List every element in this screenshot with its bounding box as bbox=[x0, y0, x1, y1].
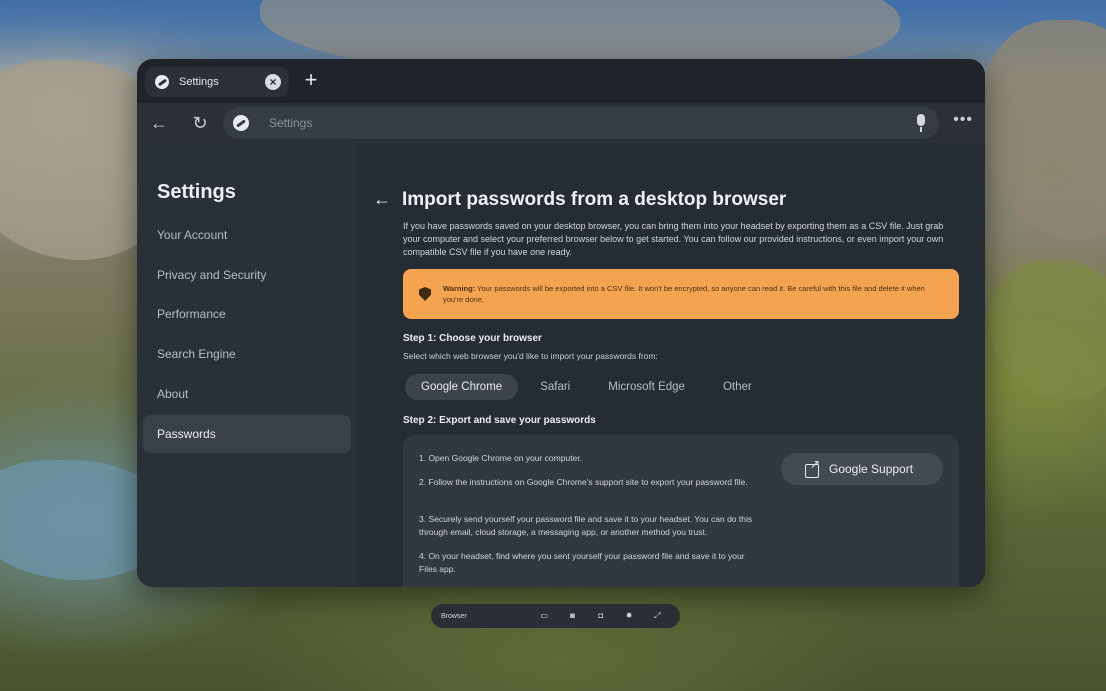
instruction-step: 3. Securely send yourself your password … bbox=[419, 514, 753, 537]
microphone-icon[interactable] bbox=[913, 113, 929, 133]
page-title: Import passwords from a desktop browser bbox=[402, 189, 787, 210]
address-bar[interactable]: Settings bbox=[223, 107, 939, 139]
google-support-label: Google Support bbox=[829, 462, 914, 476]
sidebar-item-passwords[interactable]: Passwords bbox=[143, 415, 351, 453]
browser-selector: Google Chrome Safari Microsoft Edge Othe… bbox=[405, 374, 768, 400]
instructions-card: 1. Open Google Chrome on your computer. … bbox=[403, 435, 959, 587]
intro-text: If you have passwords saved on your desk… bbox=[403, 221, 944, 257]
sidebar-item-your-account[interactable]: Your Account bbox=[143, 216, 351, 254]
toolbar: ← ↻ Settings ••• bbox=[137, 103, 985, 143]
background-rock bbox=[990, 260, 1106, 400]
browser-logo-icon bbox=[155, 75, 169, 89]
new-tab-button[interactable]: + bbox=[299, 69, 323, 93]
main-content: ← Import passwords from a desktop browse… bbox=[359, 143, 985, 587]
gamepad-icon[interactable]: ◘ bbox=[595, 610, 606, 622]
tab-settings[interactable]: Settings × bbox=[145, 67, 289, 97]
browser-option-safari[interactable]: Safari bbox=[524, 374, 586, 400]
reload-icon[interactable]: ↻ bbox=[188, 111, 212, 135]
sidebar-item-privacy-security[interactable]: Privacy and Security bbox=[143, 256, 351, 294]
step1-title: Step 1: Choose your browser bbox=[403, 333, 542, 344]
tab-title: Settings bbox=[179, 76, 219, 88]
brightness-icon[interactable]: ✹ bbox=[623, 610, 634, 622]
background-rock bbox=[980, 20, 1106, 240]
sidebar-item-performance[interactable]: Performance bbox=[143, 295, 351, 333]
google-support-button[interactable]: Google Support bbox=[781, 453, 943, 485]
taskbar-label: Browser bbox=[441, 612, 467, 620]
sidebar-title: Settings bbox=[157, 181, 236, 203]
shield-icon bbox=[419, 287, 431, 301]
settings-sidebar: Settings Your Account Privacy and Securi… bbox=[137, 143, 359, 587]
sidebar-item-about[interactable]: About bbox=[143, 375, 351, 413]
warning-banner: Warning: Your passwords will be exported… bbox=[403, 269, 959, 319]
tab-bar: Settings × + bbox=[137, 59, 985, 103]
warning-text: Warning: Your passwords will be exported… bbox=[443, 283, 943, 305]
expand-icon[interactable]: ⤢ bbox=[652, 610, 663, 622]
close-icon[interactable]: × bbox=[265, 74, 281, 90]
browser-window: Settings × + ← ↻ Settings ••• Settings Y… bbox=[137, 59, 985, 587]
warning-message: Your passwords will be exported into a C… bbox=[443, 284, 925, 304]
browser-option-chrome[interactable]: Google Chrome bbox=[405, 374, 519, 400]
app-taskbar: Browser ▭ ◙ ◘ ✹ ⤢ bbox=[431, 604, 680, 628]
step2-title: Step 2: Export and save your passwords bbox=[403, 415, 596, 426]
instruction-step: 1. Open Google Chrome on your computer. bbox=[419, 453, 583, 463]
warning-label: Warning: bbox=[443, 284, 476, 293]
address-input[interactable]: Settings bbox=[269, 116, 312, 130]
back-arrow-icon[interactable]: ← bbox=[373, 189, 391, 210]
instruction-step: 2. Follow the instructions on Google Chr… bbox=[419, 477, 748, 487]
browser-option-edge[interactable]: Microsoft Edge bbox=[592, 374, 701, 400]
external-link-icon bbox=[805, 457, 821, 478]
sidebar-item-search-engine[interactable]: Search Engine bbox=[143, 335, 351, 373]
monitor-icon[interactable]: ▭ bbox=[539, 610, 550, 622]
step1-subtitle: Select which web browser you'd like to i… bbox=[403, 351, 658, 361]
browser-logo-icon bbox=[233, 115, 249, 131]
headset-icon[interactable]: ◙ bbox=[567, 610, 578, 622]
back-icon[interactable]: ← bbox=[147, 111, 171, 135]
browser-option-other[interactable]: Other bbox=[707, 374, 768, 400]
instruction-step: 4. On your headset, find where you sent … bbox=[419, 551, 745, 574]
more-options-icon[interactable]: ••• bbox=[953, 111, 973, 129]
